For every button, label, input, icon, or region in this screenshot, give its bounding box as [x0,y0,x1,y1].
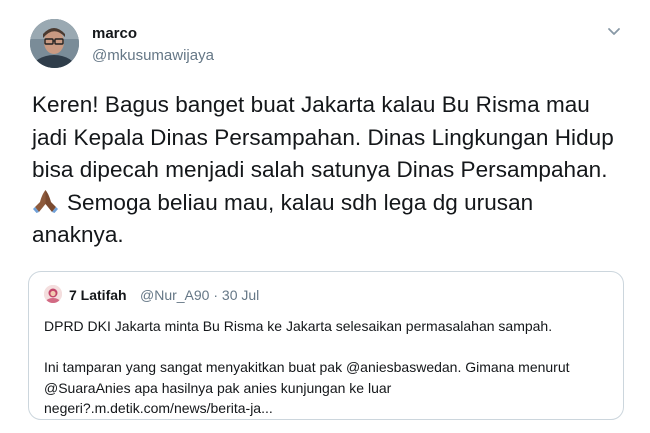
quoted-display-name[interactable]: 7 Latifah [69,287,127,303]
tweet: marco @mkusumawijaya Keren! Bagus banget… [0,0,650,433]
author-display-name[interactable]: marco [92,25,137,42]
author-handle[interactable]: @mkusumawijaya [92,47,214,64]
quoted-text-line: @SuaraAnies apa hasilnya pak anies kunju… [44,379,392,396]
quoted-text-line: DPRD DKI Jakarta minta Bu Risma ke Jakar… [44,318,553,334]
avatar[interactable] [30,19,79,68]
quoted-text-gap [44,337,614,358]
tweet-text-line: bisa dipecah menjadi salah satunya Dinas… [32,157,608,183]
quoted-tweet-card[interactable]: 7 Latifah @Nur_A90 · 30 Jul DPRD DKI Jak… [28,271,624,420]
tweet-text-line: jadi Kepala Dinas Persampahan. Dinas Lin… [32,124,614,150]
quoted-text-line: negeri?.m.detik.com/news/berita-ja... [44,400,273,416]
quoted-text-line: Ini tamparan yang sangat menyakitkan bua… [44,359,570,375]
tweet-text-line: Keren! Bagus banget buat Jakarta kalau B… [32,92,590,117]
quoted-handle-and-date: @Nur_A90 · 30 Jul [140,287,260,303]
tweet-text-line-with-emoji: Semoga beliau mau, kalau sdh lega dg uru… [32,187,632,220]
tweet-text-line: Semoga beliau mau, kalau sdh lega dg uru… [67,189,534,215]
folded-hands-icon [32,189,59,213]
tweet-text: Keren! Bagus banget buat Jakarta kalau B… [32,89,632,252]
chevron-down-icon[interactable] [604,22,624,42]
tweet-text-line: anaknya. [32,222,124,248]
quoted-avatar[interactable] [44,285,62,303]
quoted-tweet-text: DPRD DKI Jakarta minta Bu Risma ke Jakar… [44,316,614,419]
